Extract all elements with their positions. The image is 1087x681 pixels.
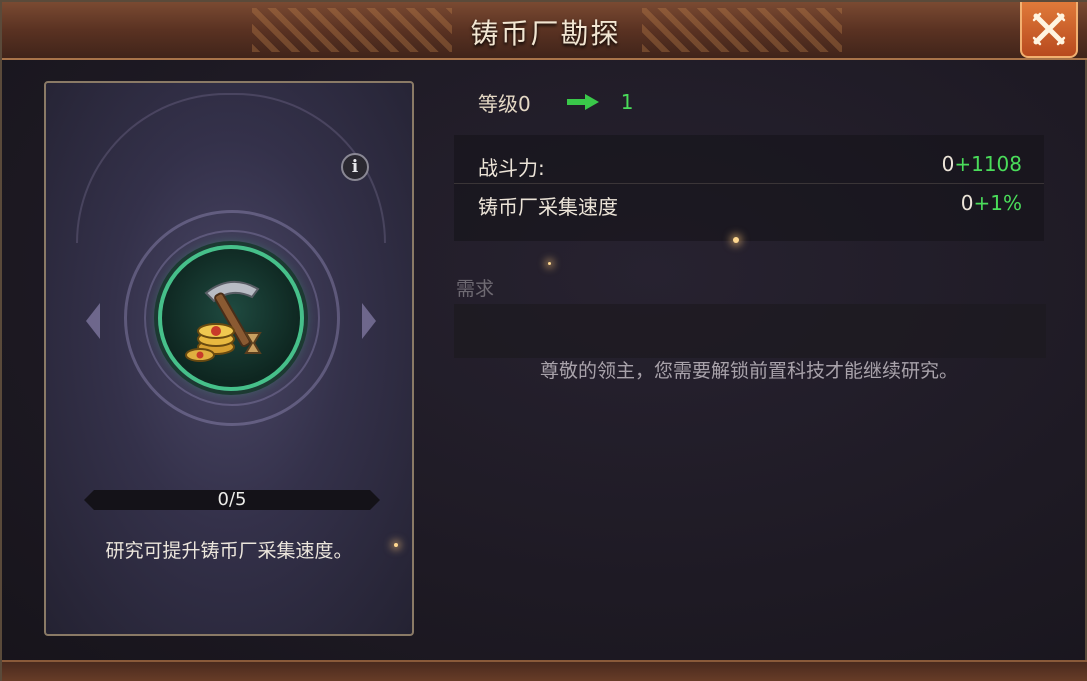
research-progress-text: 0/5	[217, 489, 247, 510]
mint-pickaxe-coins-icon	[185, 281, 262, 362]
sparkle-decoration	[733, 237, 739, 243]
research-window: 铸币厂勘探 i 0/5 研究可提升铸币厂采集速度。 等级0 1 战斗力: 0+1…	[0, 0, 1087, 681]
stat-row-power: 战斗力: 0+1108	[454, 148, 1044, 184]
stat-row-gather-speed: 铸币厂采集速度 0+1%	[454, 187, 1044, 223]
sparkle-decoration	[548, 262, 551, 265]
research-emblem	[158, 245, 304, 391]
stat-base: 0	[941, 152, 955, 176]
research-card: i 0/5 研究可提升铸币厂采集速度。	[44, 81, 414, 636]
stat-label: 战斗力:	[478, 156, 545, 180]
stats-panel: 战斗力: 0+1108 铸币厂采集速度 0+1%	[454, 135, 1044, 241]
emblem-left-ornament	[86, 303, 100, 339]
research-description: 研究可提升铸币厂采集速度。	[105, 540, 353, 562]
title-bar: 铸币厂勘探	[2, 2, 1087, 60]
close-button[interactable]	[1020, 2, 1078, 58]
current-level: 等级0	[478, 91, 531, 116]
arrow-right-icon	[566, 94, 599, 110]
stat-base: 0	[960, 191, 974, 215]
close-icon	[1032, 12, 1066, 46]
info-icon[interactable]: i	[341, 153, 369, 181]
stat-value: 0+1108	[942, 152, 1022, 176]
level-row: 等级0 1	[478, 88, 633, 116]
requirements-label: 需求	[456, 278, 495, 300]
next-level: 1	[620, 90, 634, 114]
stat-bonus: +1%	[973, 191, 1023, 215]
stat-label: 铸币厂采集速度	[478, 195, 618, 219]
stat-value: 0+1%	[961, 191, 1022, 215]
requirements-box	[454, 304, 1046, 358]
requirements-message: 尊敬的领主，您需要解锁前置科技才能继续研究。	[539, 360, 958, 382]
sparkle-decoration	[394, 543, 398, 547]
stat-bonus: +1108	[954, 152, 1022, 176]
research-progress-bar: 0/5	[84, 490, 380, 510]
emblem-right-ornament	[362, 303, 376, 339]
window-title: 铸币厂勘探	[470, 17, 621, 50]
bottom-frame	[2, 660, 1087, 681]
